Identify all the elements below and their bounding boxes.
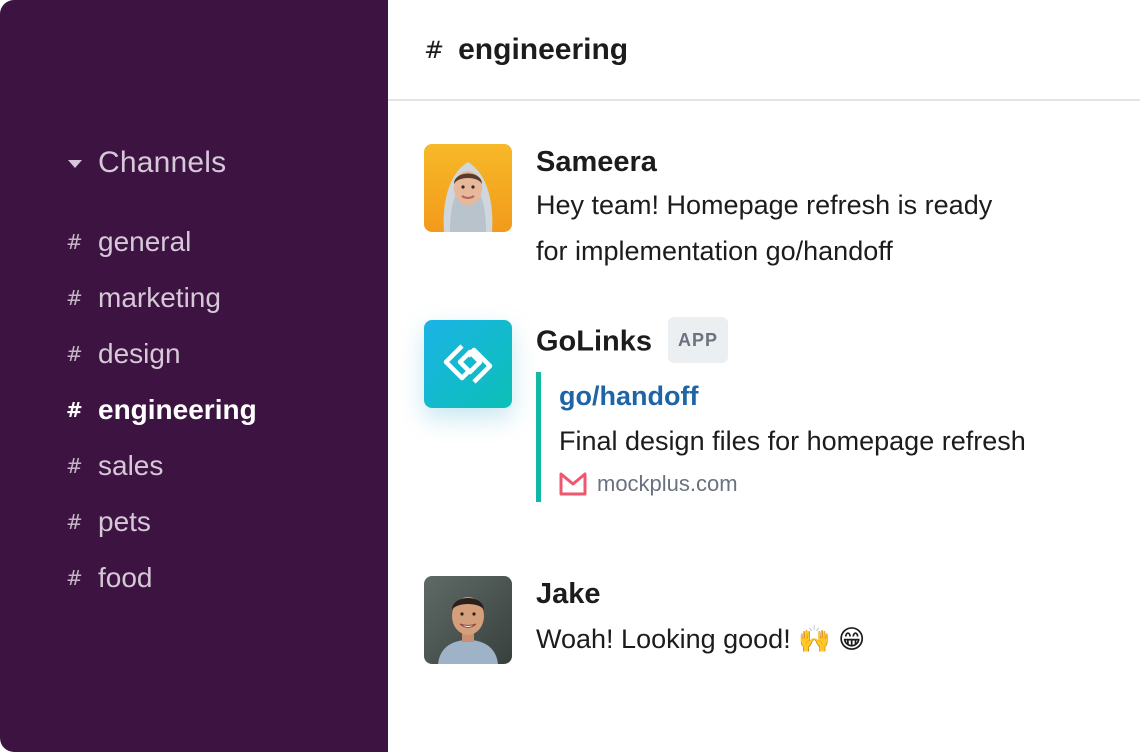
channel-name: food <box>98 562 153 593</box>
message-author[interactable]: Jake <box>536 576 865 612</box>
message-text-line: for implementation go/handoff <box>536 236 893 266</box>
hash-icon: # <box>66 566 83 590</box>
unfurl-source: mockplus.com <box>559 466 1026 502</box>
message-body: Jake Woah! Looking good! 🙌 😁 <box>536 576 865 664</box>
sidebar-item-engineering[interactable]: # engineering <box>66 382 257 438</box>
caret-down-icon[interactable] <box>68 160 82 168</box>
channel-name: engineering <box>98 394 257 425</box>
channel-name: sales <box>98 450 164 481</box>
hash-icon: # <box>66 454 83 478</box>
jake-avatar-image <box>424 576 512 664</box>
message-jake[interactable]: Jake Woah! Looking good! 🙌 😁 <box>424 576 865 664</box>
golinks-app-icon[interactable] <box>424 320 512 408</box>
sidebar-item-food[interactable]: # food <box>66 550 257 606</box>
avatar[interactable] <box>424 144 512 232</box>
hash-icon: # <box>66 342 83 366</box>
message-sameera[interactable]: Sameera Hey team! Homepage refresh is re… <box>424 144 992 274</box>
hash-icon: # <box>424 35 445 64</box>
message-author-row: GoLinks APP <box>536 317 1026 366</box>
sidebar-item-marketing[interactable]: # marketing <box>66 270 257 326</box>
sidebar: Channels # general # marketing # design … <box>0 0 388 752</box>
message-text-content: Woah! Looking good! <box>536 624 791 654</box>
unfurl-domain[interactable]: mockplus.com <box>597 471 738 497</box>
message-author[interactable]: Sameera <box>536 144 992 180</box>
channel-header: # engineering <box>388 0 1140 101</box>
unfurl-link[interactable]: go/handoff <box>559 374 1026 418</box>
channel-title[interactable]: engineering <box>458 33 628 67</box>
grinning-face-emoji-icon: 😁 <box>838 625 866 655</box>
sidebar-item-general[interactable]: # general <box>66 214 257 270</box>
unfurl-description: Final design files for homepage refresh <box>559 426 1026 456</box>
message-body: GoLinks APP go/handoff Final design files… <box>536 317 1026 502</box>
channel-name: marketing <box>98 282 221 313</box>
hash-icon: # <box>66 510 83 534</box>
avatar[interactable] <box>424 576 512 664</box>
channel-name: general <box>98 226 192 257</box>
message-author[interactable]: GoLinks <box>536 326 652 358</box>
raised-hands-emoji-icon: 🙌 <box>798 625 831 655</box>
channel-name: design <box>98 338 181 369</box>
sidebar-item-sales[interactable]: # sales <box>66 438 257 494</box>
hash-icon: # <box>66 398 83 422</box>
hash-icon: # <box>66 286 83 310</box>
golinks-logo-icon <box>443 344 493 384</box>
channels-section-header[interactable]: Channels <box>68 146 226 180</box>
mockplus-logo-icon <box>559 472 587 496</box>
message-text-line: Hey team! Homepage refresh is ready <box>536 190 993 220</box>
link-unfurl: go/handoff Final design files for homepa… <box>536 372 1026 502</box>
message-body: Sameera Hey team! Homepage refresh is re… <box>536 144 992 274</box>
channel-list: # general # marketing # design # enginee… <box>66 214 257 606</box>
sidebar-item-pets[interactable]: # pets <box>66 494 257 550</box>
message-pane: # engineering Sameera Hey team! Homepage… <box>388 0 1140 752</box>
sameera-avatar-image <box>424 144 512 232</box>
message-text: Woah! Looking good! 🙌 😁 <box>536 616 865 663</box>
slack-window: Channels # general # marketing # design … <box>0 0 1140 752</box>
channels-section-title: Channels <box>98 146 227 179</box>
message-golinks[interactable]: GoLinks APP go/handoff Final design files… <box>424 317 1026 502</box>
app-badge: APP <box>668 317 729 363</box>
channel-name: pets <box>98 506 151 537</box>
hash-icon: # <box>66 230 83 254</box>
sidebar-item-design[interactable]: # design <box>66 326 257 382</box>
